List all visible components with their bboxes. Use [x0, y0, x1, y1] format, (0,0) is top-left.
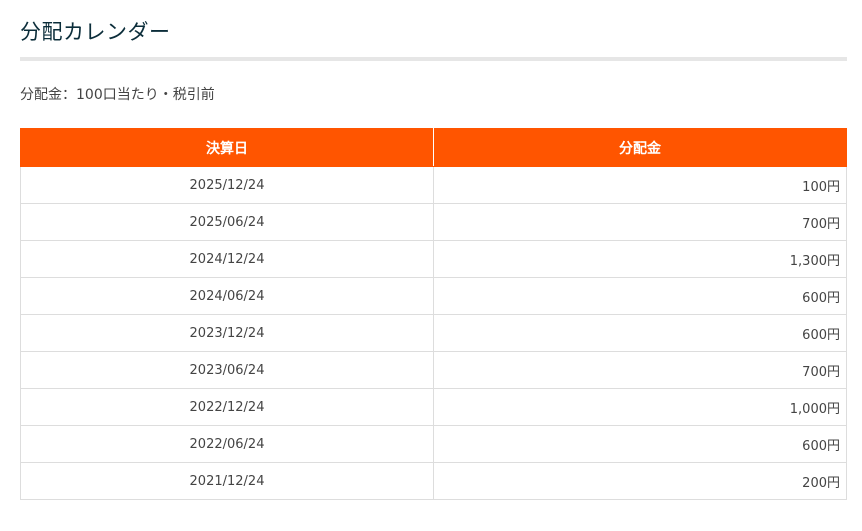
table-row: 2023/12/24 600円	[20, 314, 847, 352]
table-row: 2023/06/24 700円	[20, 351, 847, 389]
table-row: 2022/06/24 600円	[20, 425, 847, 463]
settlement-date-cell: 2023/06/24	[20, 351, 434, 389]
distribution-amount-cell: 1,000円	[433, 388, 847, 426]
title-divider	[20, 57, 847, 61]
settlement-date-cell: 2024/12/24	[20, 240, 434, 278]
distribution-amount-cell: 600円	[433, 277, 847, 315]
table-header-row: 決算日 分配金	[20, 128, 847, 167]
distribution-amount-cell: 100円	[433, 166, 847, 204]
table-row: 2025/06/24 700円	[20, 203, 847, 241]
distribution-note: 分配金：100口当たり・税引前	[20, 87, 215, 103]
header-settlement-date: 決算日	[20, 128, 434, 167]
distribution-amount-cell: 200円	[433, 462, 847, 500]
settlement-date-cell: 2022/06/24	[20, 425, 434, 463]
settlement-date-cell: 2022/12/24	[20, 388, 434, 426]
distribution-amount-cell: 700円	[433, 351, 847, 389]
distribution-amount-cell: 600円	[433, 425, 847, 463]
settlement-date-cell: 2024/06/24	[20, 277, 434, 315]
distribution-amount-cell: 700円	[433, 203, 847, 241]
table-row: 2024/12/24 1,300円	[20, 240, 847, 278]
distribution-table: 決算日 分配金 2025/12/24 100円 2025/06/24 700円 …	[20, 128, 847, 500]
table-row: 2025/12/24 100円	[20, 166, 847, 204]
table-row: 2024/06/24 600円	[20, 277, 847, 315]
settlement-date-cell: 2025/06/24	[20, 203, 434, 241]
table-row: 2022/12/24 1,000円	[20, 388, 847, 426]
distribution-amount-cell: 1,300円	[433, 240, 847, 278]
settlement-date-cell: 2025/12/24	[20, 166, 434, 204]
page-title: 分配カレンダー	[20, 20, 171, 44]
settlement-date-cell: 2023/12/24	[20, 314, 434, 352]
header-distribution: 分配金	[433, 128, 847, 167]
distribution-amount-cell: 600円	[433, 314, 847, 352]
settlement-date-cell: 2021/12/24	[20, 462, 434, 500]
table-row: 2021/12/24 200円	[20, 462, 847, 500]
